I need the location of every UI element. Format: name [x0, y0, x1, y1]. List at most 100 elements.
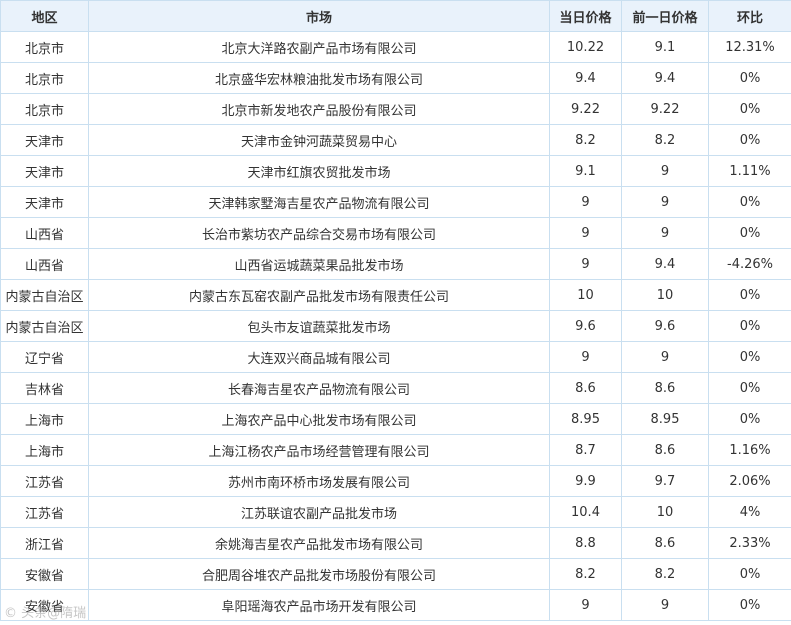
table-header: 地区 市场 当日价格 前一日价格 环比 [0, 0, 791, 32]
cell-ratio: 0% [708, 279, 791, 311]
cell-ratio: 0% [708, 403, 791, 435]
cell-today-price: 9.9 [549, 465, 622, 497]
cell-ratio: 0% [708, 62, 791, 94]
cell-region: 辽宁省 [0, 341, 89, 373]
cell-prev-price: 9 [621, 155, 709, 187]
table-row: 安徽省 合肥周谷堆农产品批发市场股份有限公司 8.2 8.2 0% [0, 558, 791, 590]
cell-prev-price: 8.6 [621, 527, 709, 559]
cell-prev-price: 8.2 [621, 558, 709, 590]
cell-region: 北京市 [0, 62, 89, 94]
cell-ratio: 2.06% [708, 465, 791, 497]
cell-today-price: 8.8 [549, 527, 622, 559]
header-ratio[interactable]: 环比 [708, 0, 791, 32]
cell-today-price: 9 [549, 589, 622, 621]
price-table: 地区 市场 当日价格 前一日价格 环比 北京市 北京大洋路农副产品市场有限公司 10… [0, 0, 791, 621]
cell-ratio: 0% [708, 93, 791, 125]
cell-region: 天津市 [0, 124, 89, 156]
cell-today-price: 9 [549, 217, 622, 249]
header-market[interactable]: 市场 [88, 0, 550, 32]
cell-today-price: 9.22 [549, 93, 622, 125]
cell-ratio: 1.16% [708, 434, 791, 466]
cell-region: 吉林省 [0, 372, 89, 404]
header-today-price[interactable]: 当日价格 [549, 0, 622, 32]
cell-region: 天津市 [0, 186, 89, 218]
table-body: 北京市 北京大洋路农副产品市场有限公司 10.22 9.1 12.31% 北京市 北京盛华宏… [0, 31, 791, 621]
cell-prev-price: 8.95 [621, 403, 709, 435]
header-row: 地区 市场 当日价格 前一日价格 环比 [0, 0, 791, 32]
cell-region: 内蒙古自治区 [0, 279, 89, 311]
cell-market: 天津市金钟河蔬菜贸易中心 [88, 124, 550, 156]
cell-market: 合肥周谷堆农产品批发市场股份有限公司 [88, 558, 550, 590]
cell-prev-price: 9.22 [621, 93, 709, 125]
cell-prev-price: 9.4 [621, 248, 709, 280]
cell-prev-price: 10 [621, 279, 709, 311]
cell-ratio: 12.31% [708, 31, 791, 63]
cell-ratio: 4% [708, 496, 791, 528]
cell-prev-price: 9 [621, 341, 709, 373]
cell-today-price: 8.95 [549, 403, 622, 435]
cell-region: 北京市 [0, 31, 89, 63]
cell-market: 苏州市南环桥市场发展有限公司 [88, 465, 550, 497]
cell-market: 天津市红旗农贸批发市场 [88, 155, 550, 187]
cell-market: 包头市友谊蔬菜批发市场 [88, 310, 550, 342]
cell-region: 天津市 [0, 155, 89, 187]
cell-prev-price: 8.2 [621, 124, 709, 156]
cell-region: 江苏省 [0, 465, 89, 497]
cell-region: 内蒙古自治区 [0, 310, 89, 342]
cell-today-price: 9.4 [549, 62, 622, 94]
cell-market: 上海江杨农产品市场经营管理有限公司 [88, 434, 550, 466]
cell-market: 余姚海吉星农产品批发市场有限公司 [88, 527, 550, 559]
cell-market: 江苏联谊农副产品批发市场 [88, 496, 550, 528]
table-row: 江苏省 苏州市南环桥市场发展有限公司 9.9 9.7 2.06% [0, 465, 791, 497]
cell-market: 北京市新发地农产品股份有限公司 [88, 93, 550, 125]
cell-ratio: 1.11% [708, 155, 791, 187]
table-row: 吉林省 长春海吉星农产品物流有限公司 8.6 8.6 0% [0, 372, 791, 404]
table-row: 北京市 北京大洋路农副产品市场有限公司 10.22 9.1 12.31% [0, 31, 791, 63]
cell-market: 北京盛华宏林粮油批发市场有限公司 [88, 62, 550, 94]
cell-today-price: 9 [549, 186, 622, 218]
cell-today-price: 8.2 [549, 558, 622, 590]
cell-today-price: 9.6 [549, 310, 622, 342]
cell-ratio: -4.26% [708, 248, 791, 280]
cell-today-price: 10.22 [549, 31, 622, 63]
cell-market: 北京大洋路农副产品市场有限公司 [88, 31, 550, 63]
table-row: 内蒙古自治区 包头市友谊蔬菜批发市场 9.6 9.6 0% [0, 310, 791, 342]
cell-today-price: 8.2 [549, 124, 622, 156]
cell-region: 安徽省 [0, 558, 89, 590]
table-row: 浙江省 余姚海吉星农产品批发市场有限公司 8.8 8.6 2.33% [0, 527, 791, 559]
cell-market: 大连双兴商品城有限公司 [88, 341, 550, 373]
table-row: 辽宁省 大连双兴商品城有限公司 9 9 0% [0, 341, 791, 373]
table-row: 上海市 上海江杨农产品市场经营管理有限公司 8.7 8.6 1.16% [0, 434, 791, 466]
cell-region: 上海市 [0, 403, 89, 435]
table-row: 内蒙古自治区 内蒙古东瓦窑农副产品批发市场有限责任公司 10 10 0% [0, 279, 791, 311]
cell-ratio: 0% [708, 558, 791, 590]
header-prev-price[interactable]: 前一日价格 [621, 0, 709, 32]
cell-region: 山西省 [0, 217, 89, 249]
cell-region: 江苏省 [0, 496, 89, 528]
cell-market: 天津韩家墅海吉星农产品物流有限公司 [88, 186, 550, 218]
cell-prev-price: 9 [621, 217, 709, 249]
cell-ratio: 0% [708, 186, 791, 218]
cell-region: 北京市 [0, 93, 89, 125]
table-row: 江苏省 江苏联谊农副产品批发市场 10.4 10 4% [0, 496, 791, 528]
cell-market: 上海农产品中心批发市场有限公司 [88, 403, 550, 435]
cell-market: 山西省运城蔬菜果品批发市场 [88, 248, 550, 280]
cell-ratio: 0% [708, 341, 791, 373]
cell-region: 上海市 [0, 434, 89, 466]
cell-market: 内蒙古东瓦窑农副产品批发市场有限责任公司 [88, 279, 550, 311]
cell-ratio: 2.33% [708, 527, 791, 559]
cell-prev-price: 9.4 [621, 62, 709, 94]
table-row: 安徽省 阜阳瑶海农产品市场开发有限公司 9 9 0% [0, 589, 791, 621]
cell-today-price: 10 [549, 279, 622, 311]
cell-today-price: 9 [549, 248, 622, 280]
table-row: 天津市 天津市红旗农贸批发市场 9.1 9 1.11% [0, 155, 791, 187]
cell-ratio: 0% [708, 217, 791, 249]
cell-prev-price: 9.7 [621, 465, 709, 497]
header-region[interactable]: 地区 [0, 0, 89, 32]
cell-ratio: 0% [708, 124, 791, 156]
cell-prev-price: 9 [621, 186, 709, 218]
table-row: 上海市 上海农产品中心批发市场有限公司 8.95 8.95 0% [0, 403, 791, 435]
table-row: 北京市 北京市新发地农产品股份有限公司 9.22 9.22 0% [0, 93, 791, 125]
cell-market: 长春海吉星农产品物流有限公司 [88, 372, 550, 404]
table-row: 天津市 天津市金钟河蔬菜贸易中心 8.2 8.2 0% [0, 124, 791, 156]
